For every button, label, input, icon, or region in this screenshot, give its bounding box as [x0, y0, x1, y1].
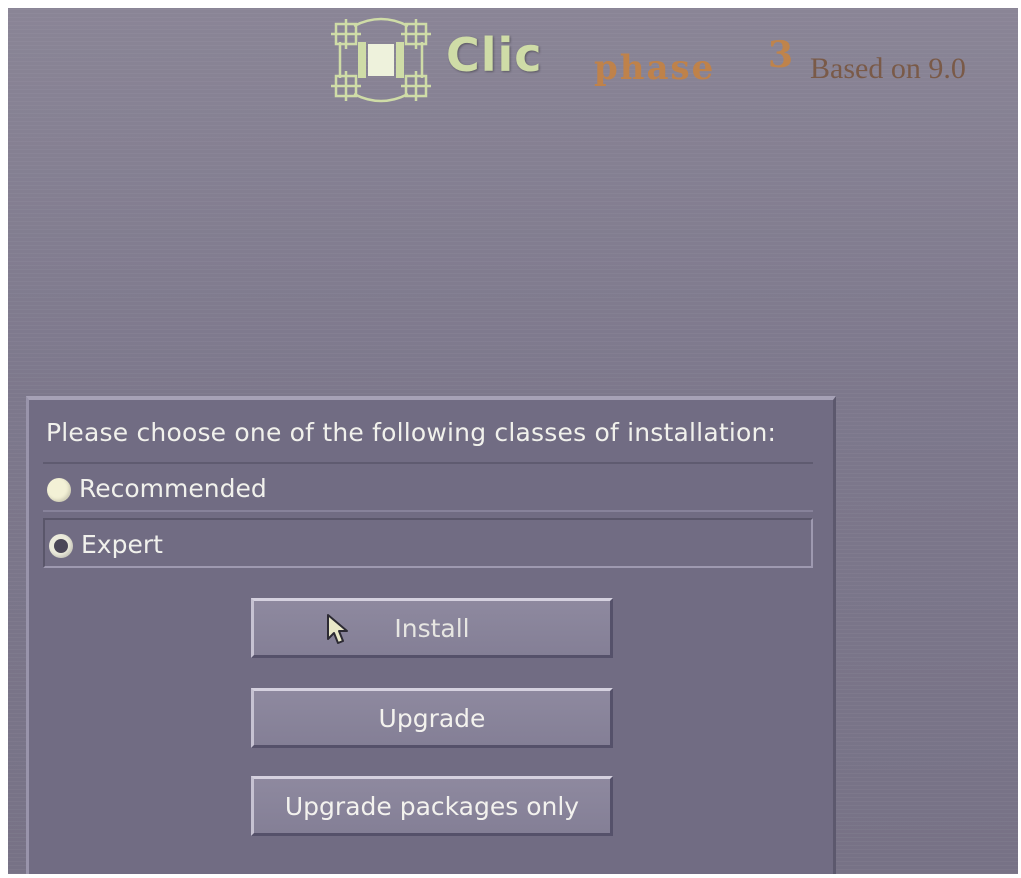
- upgrade-packages-only-button[interactable]: Upgrade packages only: [251, 776, 613, 836]
- phase-label: phase: [594, 48, 716, 88]
- upgrade-button[interactable]: Upgrade: [251, 688, 613, 748]
- option-expert[interactable]: Expert: [43, 518, 813, 568]
- install-button[interactable]: Install: [251, 598, 613, 658]
- phase-number: 3: [768, 34, 794, 76]
- radio-recommended[interactable]: [47, 478, 71, 502]
- installation-class-dialog: Please choose one of the following class…: [26, 396, 836, 874]
- option-recommended[interactable]: Recommended: [43, 462, 813, 512]
- mouse-pointer-icon: [327, 614, 348, 644]
- option-recommended-label: Recommended: [79, 474, 267, 503]
- dialog-prompt: Please choose one of the following class…: [46, 418, 777, 447]
- logo-text: Clic: [446, 28, 543, 82]
- installer-screen: Clic phase 3 Based on 9.0 Please choose …: [8, 8, 1018, 874]
- option-expert-label: Expert: [81, 530, 163, 559]
- radio-expert[interactable]: [49, 534, 73, 558]
- based-on-label: Based on 9.0: [810, 52, 966, 85]
- clic-logo-emblem-icon: [331, 17, 431, 103]
